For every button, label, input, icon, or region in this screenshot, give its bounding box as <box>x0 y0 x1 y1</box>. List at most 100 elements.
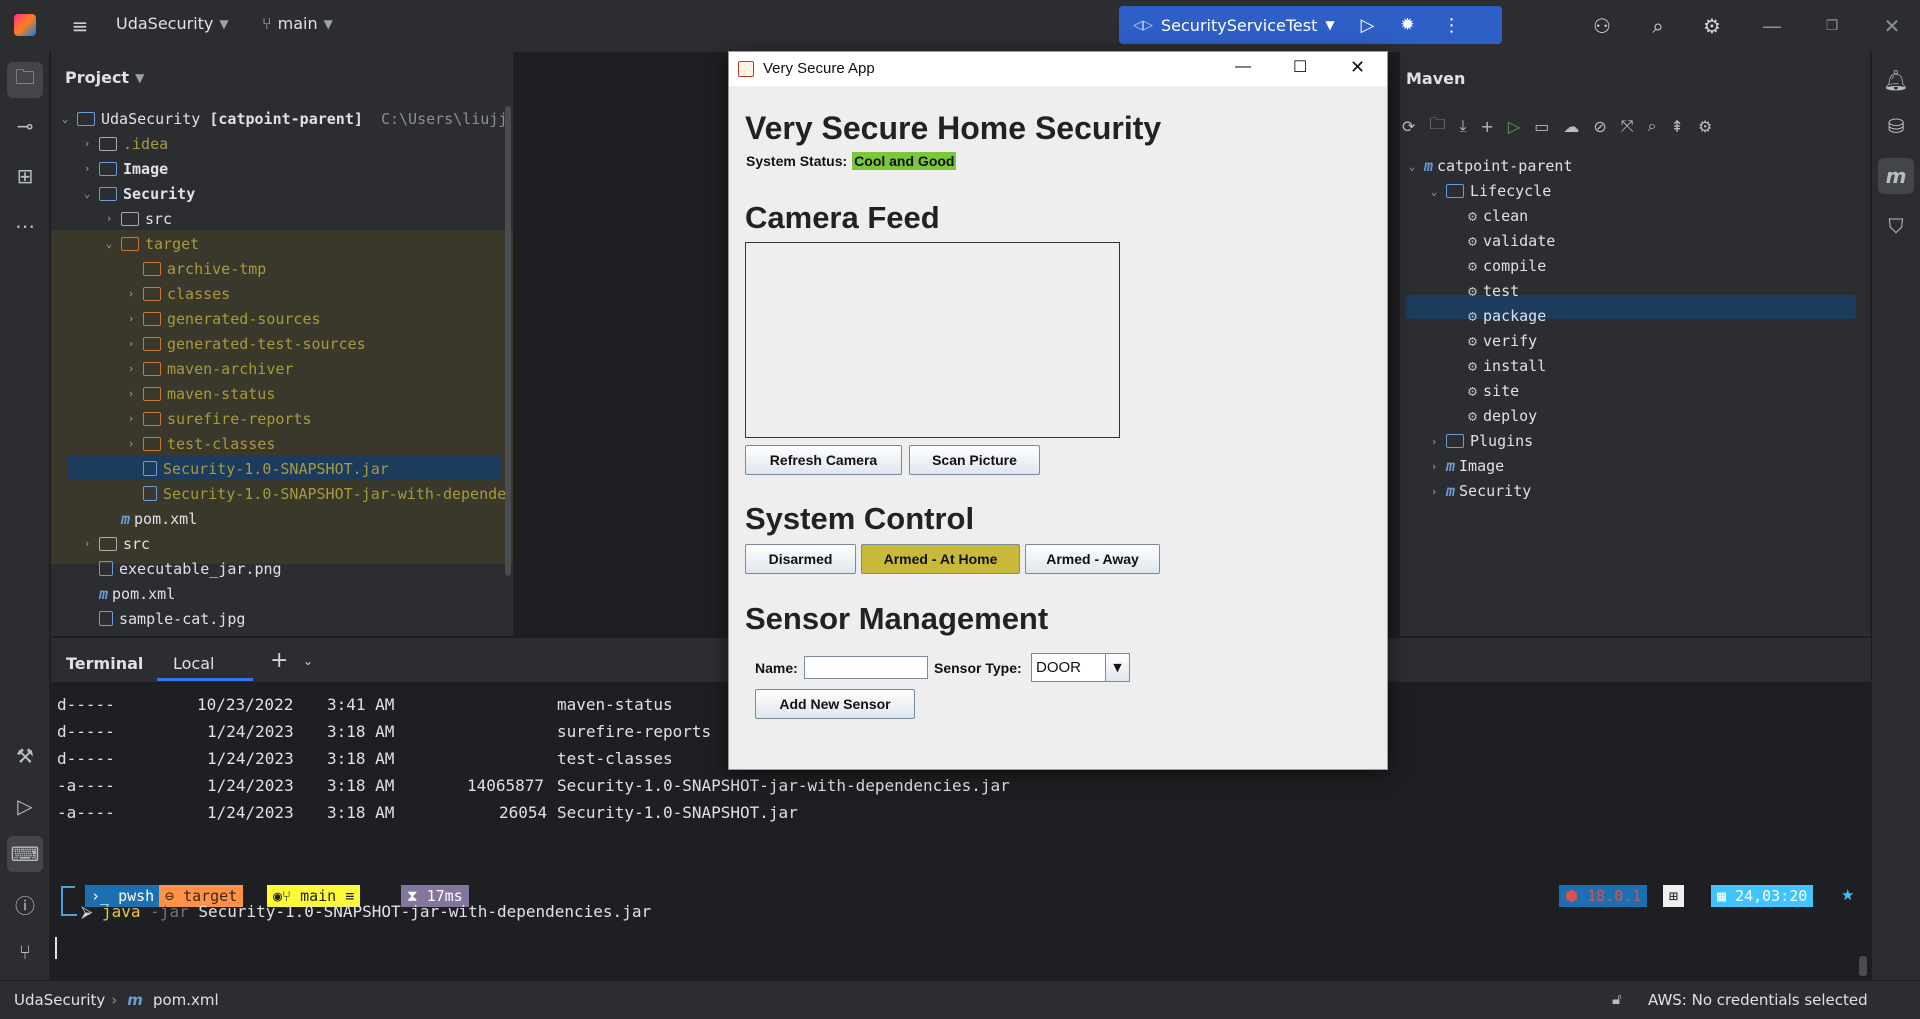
chevron-down-icon[interactable]: ⌄ <box>79 187 95 200</box>
download-icon[interactable]: ⤓ <box>1459 116 1466 136</box>
chevron-right-icon[interactable]: › <box>79 137 95 150</box>
tree-row-generated-sources[interactable]: › generated-sources <box>123 306 321 331</box>
chevron-right-icon[interactable]: › <box>123 362 139 375</box>
security-shield-icon[interactable]: ⛉ <box>1878 208 1914 244</box>
unlock-icon[interactable]: 🔓︎ <box>1612 990 1622 1008</box>
maven-icon[interactable]: m <box>1878 158 1914 194</box>
chevron-down-icon[interactable]: ⌄ <box>1404 160 1420 173</box>
add-new-sensor-button[interactable]: Add New Sensor <box>755 689 915 719</box>
sensor-name-input[interactable] <box>804 656 928 679</box>
maven-goal[interactable]: ⚙ package <box>1468 304 1546 328</box>
refresh-camera-button[interactable]: Refresh Camera <box>745 445 902 475</box>
chevron-right-icon[interactable]: › <box>1426 435 1442 448</box>
tree-row-image[interactable]: › Image <box>79 156 168 181</box>
maven-goal[interactable]: ⚙ clean <box>1468 204 1528 228</box>
project-selector[interactable]: UdaSecurity ▼ <box>116 14 229 33</box>
run-icon[interactable]: ▷ <box>1508 117 1520 136</box>
chevron-right-icon[interactable]: › <box>123 312 139 325</box>
chevron-down-icon[interactable]: ▼ <box>1325 18 1334 32</box>
tree-row-security[interactable]: ⌄ Security <box>79 181 196 206</box>
armed-away-button[interactable]: Armed - Away <box>1025 544 1160 574</box>
minimize-window-button[interactable]: — <box>1758 12 1786 40</box>
restore-window-button[interactable]: ❐ <box>1818 12 1846 40</box>
tree-scrollbar[interactable] <box>505 106 511 576</box>
swing-minimize-button[interactable]: — <box>1235 58 1251 76</box>
run-config-icon[interactable]: ▭ <box>1534 117 1549 136</box>
debug-button[interactable]: ✹ <box>1400 15 1414 35</box>
more-actions-button[interactable]: ⋮ <box>1443 15 1461 36</box>
tree-row-maven-status[interactable]: › maven-status <box>123 381 276 406</box>
maven-lifecycle[interactable]: ⌄ Lifecycle <box>1426 179 1552 203</box>
maven-goal[interactable]: ⚙ site <box>1468 379 1519 403</box>
maven-module-security[interactable]: › m Security <box>1426 479 1532 503</box>
chevron-right-icon[interactable]: › <box>1426 485 1442 498</box>
terminal-cursor[interactable] <box>55 937 57 959</box>
maven-goal[interactable]: ⚙ validate <box>1468 229 1555 253</box>
maven-goal[interactable]: ⚙ deploy <box>1468 404 1537 428</box>
chevron-right-icon[interactable]: › <box>123 287 139 300</box>
chevron-right-icon[interactable]: › <box>101 212 117 225</box>
expand-all-icon[interactable]: ⇞ <box>1671 117 1684 136</box>
project-folder-icon[interactable]: 🗀 <box>7 62 43 98</box>
chevron-right-icon[interactable]: › <box>123 337 139 350</box>
chevron-right-icon[interactable]: › <box>1426 460 1442 473</box>
more-tools-icon[interactable]: ⋯ <box>7 208 43 244</box>
tree-row-test-classes[interactable]: › test-classes <box>123 431 276 456</box>
chevron-down-icon[interactable]: ⌄ <box>1426 185 1442 198</box>
dropdown-arrow-icon[interactable]: ▼ <box>1105 654 1129 681</box>
reload-icon[interactable]: ⟳ <box>1402 117 1415 136</box>
tree-row-generated-test-sources[interactable]: › generated-test-sources <box>123 331 366 356</box>
problems-icon[interactable]: ⓘ <box>7 886 43 922</box>
search-icon[interactable]: ⌕ <box>1644 12 1672 40</box>
new-tab-plus-icon[interactable]: + <box>270 648 288 673</box>
tab-terminal[interactable]: Terminal <box>66 654 143 673</box>
chevron-down-icon[interactable]: ⌄ <box>57 112 73 125</box>
tree-row-executable-png[interactable]: executable_jar.png <box>79 556 282 581</box>
breadcrumb-file[interactable]: pom.xml <box>153 991 219 1009</box>
terminal-icon[interactable]: ⌨ <box>7 836 43 872</box>
run-button[interactable]: ▷ <box>1361 15 1375 36</box>
tree-row-surefire-reports[interactable]: › surefire-reports <box>123 406 312 431</box>
chevron-down-icon[interactable]: ⌄ <box>101 237 117 250</box>
chevron-right-icon[interactable]: › <box>123 437 139 450</box>
tree-row-pom-security[interactable]: m pom.xml <box>101 506 197 531</box>
offline-mode-icon[interactable]: ☁ <box>1563 117 1579 136</box>
settings-gear-icon[interactable]: ⚙ <box>1698 12 1726 40</box>
database-icon[interactable]: ⛁ <box>1878 108 1914 144</box>
swing-maximize-button[interactable]: ☐ <box>1293 57 1307 77</box>
project-panel-header[interactable]: Project ▼ <box>65 68 144 87</box>
maven-plugins[interactable]: › Plugins <box>1426 429 1534 453</box>
disarmed-button[interactable]: Disarmed <box>745 544 856 574</box>
tree-row-root[interactable]: ⌄ UdaSecurity [catpoint-parent] C:\Users… <box>57 106 508 131</box>
add-user-icon[interactable]: ⚇ <box>1588 12 1616 40</box>
add-icon[interactable]: + <box>1481 117 1494 136</box>
close-window-button[interactable]: ✕ <box>1878 12 1906 40</box>
armed-at-home-button[interactable]: Armed - At Home <box>861 544 1020 574</box>
structure-icon[interactable]: ⊞ <box>7 158 43 194</box>
tab-local[interactable]: Local <box>173 654 214 673</box>
git-icon[interactable]: ⑂ <box>7 934 43 970</box>
run-config-widget[interactable]: ◁▷ SecurityServiceTest ▼ ▷ ✹ ⋮ <box>1119 6 1502 44</box>
show-dependencies-icon[interactable]: ⌕ <box>1648 116 1657 136</box>
tree-row-idea[interactable]: › .idea <box>79 131 168 156</box>
skip-tests-icon[interactable]: ⊘ <box>1593 117 1606 136</box>
maven-goal[interactable]: ⚙ test <box>1468 279 1519 303</box>
chevron-right-icon[interactable]: › <box>79 162 95 175</box>
tabs-dropdown-icon[interactable]: ⌄ <box>303 654 313 668</box>
swing-close-button[interactable]: ✕ <box>1350 57 1365 78</box>
run-icon[interactable]: ▷ <box>7 788 43 824</box>
notifications-bell-icon[interactable]: 🔔︎ <box>1878 62 1914 98</box>
tree-row-src-root[interactable]: › src <box>79 531 150 556</box>
maven-goal[interactable]: ⚙ verify <box>1468 329 1537 353</box>
aws-status[interactable]: AWS: No credentials selected <box>1648 991 1868 1009</box>
add-folder-icon[interactable]: 🗀 <box>1429 113 1445 140</box>
tree-row-jar-deps[interactable]: Security-1.0-SNAPSHOT-jar-with-depende <box>123 481 506 506</box>
terminal-scrollbar[interactable] <box>1859 956 1867 976</box>
chevron-right-icon[interactable]: › <box>79 537 95 550</box>
tree-row-archive-tmp[interactable]: archive-tmp <box>123 256 266 281</box>
maven-root[interactable]: ⌄ m catpoint-parent <box>1404 154 1573 178</box>
sensor-type-select[interactable]: DOOR ▼ <box>1031 653 1130 682</box>
maven-settings-icon[interactable]: ⚙ <box>1698 117 1712 136</box>
breadcrumb-project[interactable]: UdaSecurity <box>14 991 105 1009</box>
scan-picture-button[interactable]: Scan Picture <box>909 445 1040 475</box>
